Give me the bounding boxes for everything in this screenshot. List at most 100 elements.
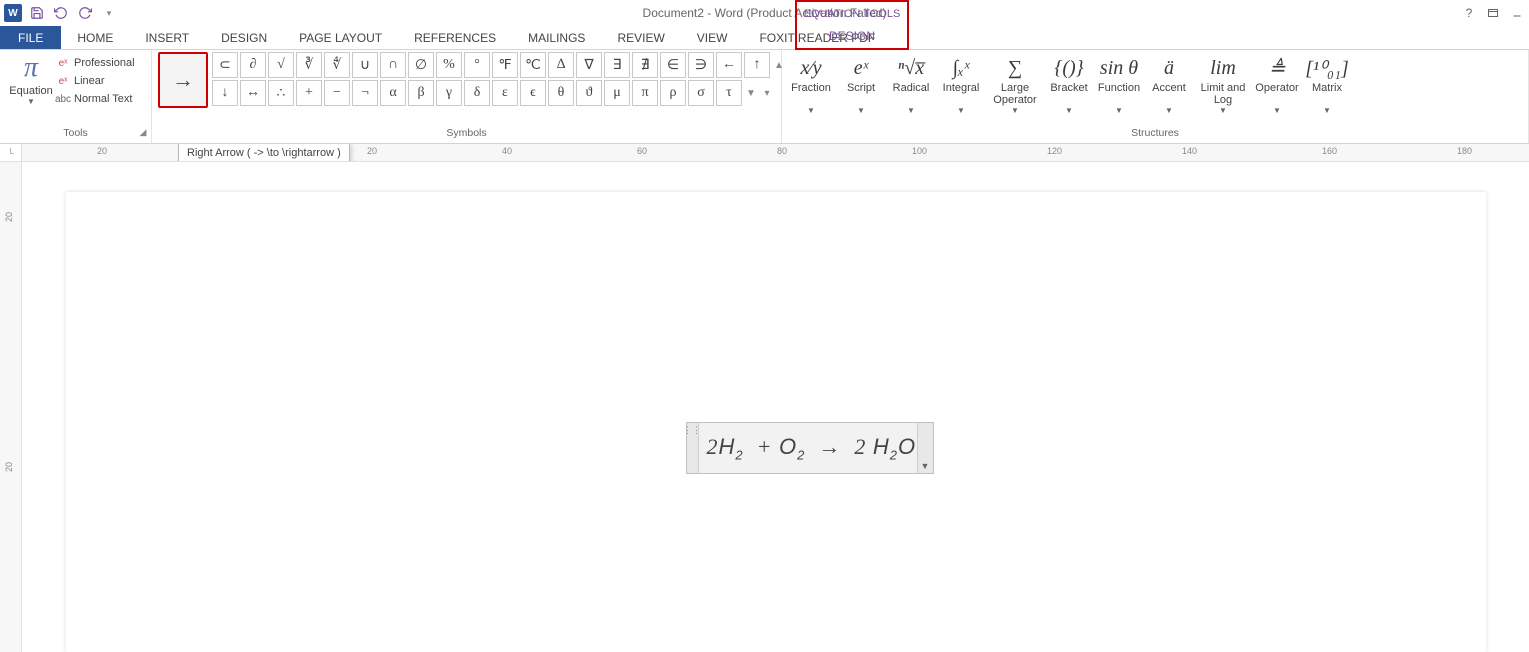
symbol-button[interactable]: ∋ — [688, 52, 714, 78]
symbol-button[interactable]: ϑ — [576, 80, 602, 106]
ruler-mark: 60 — [637, 146, 647, 156]
symbol-button[interactable]: ℃ — [520, 52, 546, 78]
fraction-icon: x⁄y — [800, 54, 821, 82]
symbol-more-dropdown-icon[interactable]: ▾ — [760, 80, 774, 106]
function-icon: sin θ — [1100, 54, 1138, 82]
integral-label: Integral — [943, 82, 980, 106]
structure-large-operator[interactable]: ∑Large Operator▼ — [986, 52, 1044, 117]
symbol-button[interactable]: − — [324, 80, 350, 106]
tab-mailings[interactable]: MAILINGS — [512, 26, 601, 49]
symbol-button[interactable]: ¬ — [352, 80, 378, 106]
tab-file[interactable]: FILE — [0, 26, 61, 49]
chevron-down-icon: ▼ — [1219, 106, 1227, 115]
symbol-button[interactable]: ∃ — [604, 52, 630, 78]
function-label: Function — [1098, 82, 1140, 106]
ribbon-options-icon[interactable] — [1485, 5, 1501, 21]
structure-operator[interactable]: ≜Operator▼ — [1252, 52, 1302, 117]
symbol-button[interactable]: ° — [464, 52, 490, 78]
symbol-button[interactable]: ↑ — [744, 52, 770, 78]
symbol-button[interactable]: ∂ — [240, 52, 266, 78]
accent-icon: ä — [1164, 54, 1174, 82]
symbol-button[interactable]: σ — [688, 80, 714, 106]
structure-fraction[interactable]: x⁄yFraction▼ — [786, 52, 836, 117]
structure-radical[interactable]: ⁿ√x̅Radical▼ — [886, 52, 936, 117]
minimize-icon[interactable] — [1509, 5, 1525, 21]
structure-bracket[interactable]: {()}Bracket▼ — [1044, 52, 1094, 117]
tools-dialog-launcher-icon[interactable]: ◢ — [137, 127, 149, 139]
equation-options-dropdown[interactable]: ▼ — [917, 423, 933, 473]
symbol-button[interactable]: ∆ — [548, 52, 574, 78]
symbol-button[interactable]: ∄ — [632, 52, 658, 78]
ruler-mark: 120 — [1047, 146, 1062, 156]
qat-customize-icon[interactable]: ▾ — [100, 4, 118, 22]
symbol-button[interactable]: ∇ — [576, 52, 602, 78]
symbol-button[interactable]: ∪ — [352, 52, 378, 78]
symbol-button[interactable]: τ — [716, 80, 742, 106]
undo-icon[interactable] — [52, 4, 70, 22]
equation-move-handle[interactable]: ⋮⋮ — [687, 423, 699, 473]
vertical-ruler: 2020 — [0, 162, 22, 652]
symbol-button[interactable]: μ — [604, 80, 630, 106]
page-area[interactable]: ⋮⋮ 2H2 + O2 → 2 H2O ▼ — [22, 162, 1529, 652]
professional-button[interactable]: eˣ Professional — [56, 56, 135, 70]
symbol-button[interactable]: ∈ — [660, 52, 686, 78]
symbol-button[interactable]: δ — [464, 80, 490, 106]
tab-insert[interactable]: INSERT — [129, 26, 205, 49]
ruler-mark: 100 — [912, 146, 927, 156]
save-icon[interactable] — [28, 4, 46, 22]
tab-view[interactable]: VIEW — [681, 26, 744, 49]
symbol-button[interactable]: ∛ — [296, 52, 322, 78]
structure-function[interactable]: sin θFunction▼ — [1094, 52, 1144, 117]
normal-text-button[interactable]: abc Normal Text — [56, 92, 135, 106]
symbol-button[interactable]: ↔ — [240, 80, 266, 106]
redo-icon[interactable] — [76, 4, 94, 22]
accent-label: Accent — [1152, 82, 1186, 106]
group-label-symbols: Symbols — [152, 127, 781, 143]
tab-home[interactable]: HOME — [61, 26, 129, 49]
word-icon: W — [4, 4, 22, 22]
symbol-scroll-down-icon[interactable]: ▼ — [744, 80, 758, 106]
symbol-button[interactable]: ∩ — [380, 52, 406, 78]
equation-body[interactable]: 2H2 + O2 → 2 H2O — [699, 434, 917, 462]
chevron-down-icon: ▼ — [27, 97, 35, 106]
symbol-button[interactable]: π — [632, 80, 658, 106]
symbol-button[interactable]: ϵ — [520, 80, 546, 106]
equation-button[interactable]: π Equation ▼ — [6, 52, 56, 106]
symbol-button[interactable]: ε — [492, 80, 518, 106]
structure-script[interactable]: eˣScript▼ — [836, 52, 886, 117]
tab-references[interactable]: REFERENCES — [398, 26, 512, 49]
help-icon[interactable]: ? — [1461, 5, 1477, 21]
ruler-corner[interactable]: └ — [0, 144, 22, 162]
symbol-button[interactable]: √ — [268, 52, 294, 78]
symbol-button[interactable]: α — [380, 80, 406, 106]
symbol-right-arrow-featured[interactable]: → — [158, 52, 208, 108]
symbol-button[interactable]: + — [296, 80, 322, 106]
structure-matrix[interactable]: [¹⁰₀₁]Matrix▼ — [1302, 52, 1352, 117]
equation-container[interactable]: ⋮⋮ 2H2 + O2 → 2 H2O ▼ — [686, 422, 934, 474]
chevron-down-icon: ▼ — [1273, 106, 1281, 115]
symbol-button[interactable]: ∜ — [324, 52, 350, 78]
tab-design[interactable]: DESIGN — [205, 26, 283, 49]
tab-review[interactable]: REVIEW — [601, 26, 680, 49]
symbol-button[interactable]: γ — [436, 80, 462, 106]
symbol-button[interactable]: ↓ — [212, 80, 238, 106]
linear-button[interactable]: eˣ Linear — [56, 74, 135, 88]
structure-integral[interactable]: ∫ₓˣIntegral▼ — [936, 52, 986, 117]
symbol-button[interactable]: β — [408, 80, 434, 106]
structure-limit-log[interactable]: limLimit and Log▼ — [1194, 52, 1252, 117]
symbol-button[interactable]: ∅ — [408, 52, 434, 78]
symbol-button[interactable]: ← — [716, 52, 742, 78]
professional-icon: eˣ — [56, 56, 70, 70]
structure-accent[interactable]: äAccent▼ — [1144, 52, 1194, 117]
symbol-button[interactable]: θ — [548, 80, 574, 106]
symbol-button[interactable]: ρ — [660, 80, 686, 106]
symbol-button[interactable]: ℉ — [492, 52, 518, 78]
symbol-button[interactable]: ∴ — [268, 80, 294, 106]
tab-page-layout[interactable]: PAGE LAYOUT — [283, 26, 398, 49]
radical-icon: ⁿ√x̅ — [898, 54, 924, 82]
symbol-button[interactable]: % — [436, 52, 462, 78]
tab-equation-design[interactable]: DESIGN — [795, 24, 909, 50]
symbol-button[interactable]: ⊂ — [212, 52, 238, 78]
ruler-mark: 40 — [502, 146, 512, 156]
large-operator-icon: ∑ — [1008, 54, 1022, 82]
